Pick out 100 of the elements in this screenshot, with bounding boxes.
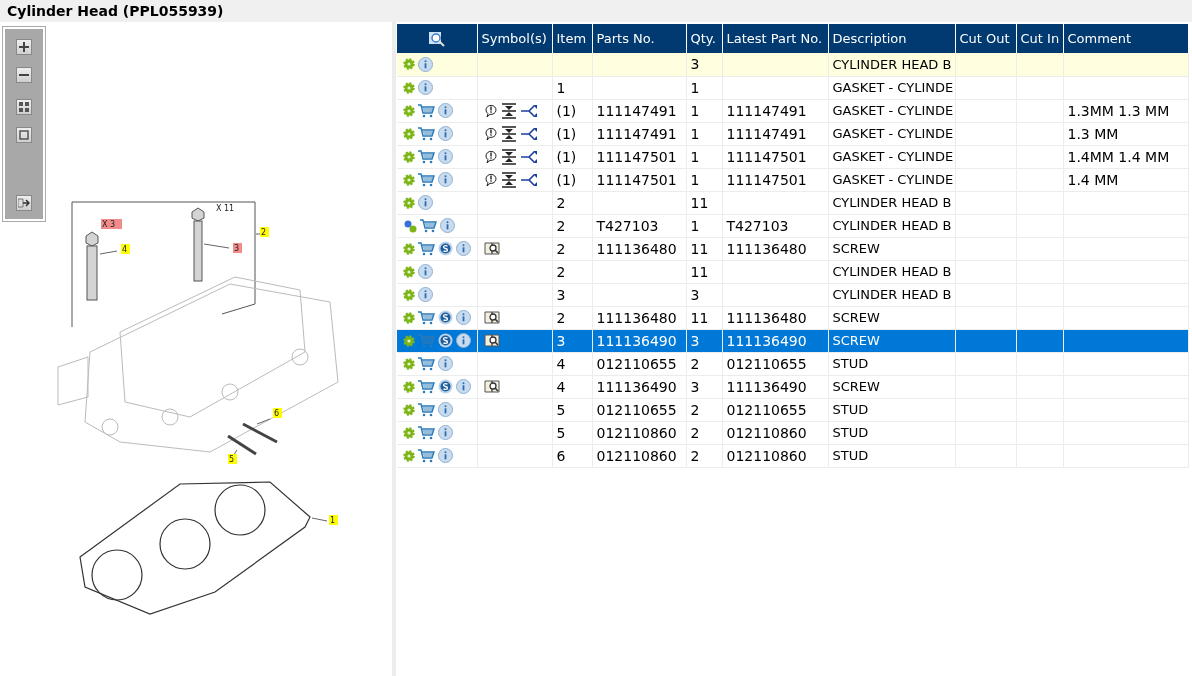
info-icon[interactable] xyxy=(438,126,453,141)
table-row[interactable]: 3 3 CYLINDER HEAD B xyxy=(397,283,1188,306)
book-search-icon[interactable] xyxy=(483,379,501,394)
gear-icon[interactable] xyxy=(403,403,415,416)
table-row[interactable]: 1 1 GASKET - CYLINDE xyxy=(397,76,1188,99)
table-row[interactable]: 2 111136480 11 111136480 SCREW xyxy=(397,237,1188,260)
gear-icon[interactable] xyxy=(403,58,415,71)
info-icon[interactable] xyxy=(418,80,433,95)
table-row[interactable]: 2 T427103 1 T427103 CYLINDER HEAD B xyxy=(397,214,1188,237)
book-search-icon[interactable] xyxy=(483,333,501,348)
callout-label[interactable]: 2 xyxy=(260,227,269,237)
cart-icon[interactable] xyxy=(418,310,435,325)
column-header[interactable]: Cut In xyxy=(1016,24,1063,53)
table-row[interactable]: 4 012110655 2 012110655 STUD xyxy=(397,352,1188,375)
table-row[interactable]: (1) 111147501 1 111147501 GASKET - CYLINDE 1.4MM 1.4 MM xyxy=(397,145,1188,168)
table-row[interactable]: 5 012110655 2 012110655 STUD xyxy=(397,398,1188,421)
info-icon[interactable] xyxy=(440,218,455,233)
info-icon[interactable] xyxy=(438,172,453,187)
search-column-header[interactable] xyxy=(397,24,477,53)
gear-icon[interactable] xyxy=(403,265,415,278)
info-icon[interactable] xyxy=(438,402,453,417)
table-row[interactable]: 2 11 CYLINDER HEAD B xyxy=(397,191,1188,214)
gear-icon[interactable] xyxy=(403,242,415,255)
cart-icon[interactable] xyxy=(418,241,435,256)
column-header[interactable]: Cut Out xyxy=(955,24,1016,53)
cart-icon[interactable] xyxy=(418,126,435,141)
cart-icon[interactable] xyxy=(418,103,435,118)
table-row[interactable]: (1) 111147491 1 111147491 GASKET - CYLINDE 1.3 MM xyxy=(397,122,1188,145)
table-row[interactable]: (1) 111147491 1 111147491 GASKET - CYLINDE 1.3MM 1.3 MM xyxy=(397,99,1188,122)
callout-label[interactable]: X 3 xyxy=(101,219,122,229)
table-row[interactable]: 5 012110860 2 012110860 STUD xyxy=(397,421,1188,444)
callout-label[interactable]: 1 xyxy=(329,515,338,525)
search-icon[interactable] xyxy=(427,30,446,47)
s-badge-icon[interactable] xyxy=(438,310,453,325)
info-icon[interactable] xyxy=(418,195,433,210)
table-row[interactable]: 3 CYLINDER HEAD B xyxy=(397,53,1188,76)
cart-icon[interactable] xyxy=(420,218,437,233)
column-header[interactable]: Parts No. xyxy=(592,24,686,53)
info-icon[interactable] xyxy=(456,241,471,256)
column-header[interactable]: Symbol(s) xyxy=(477,24,552,53)
gear-icon[interactable] xyxy=(403,380,415,393)
table-cell: 4 xyxy=(552,352,592,375)
cart-icon[interactable] xyxy=(418,379,435,394)
table-row[interactable]: 4 111136490 3 111136490 SCREW xyxy=(397,375,1188,398)
info-icon[interactable] xyxy=(438,425,453,440)
cart-icon[interactable] xyxy=(418,402,435,417)
actual-size-button[interactable] xyxy=(16,127,32,143)
gear-icon[interactable] xyxy=(403,104,415,117)
gear-icon[interactable] xyxy=(403,127,415,140)
column-header[interactable]: Description xyxy=(828,24,955,53)
table-row[interactable]: 2 11 CYLINDER HEAD B xyxy=(397,260,1188,283)
export-button[interactable] xyxy=(16,195,32,211)
column-header[interactable]: Item xyxy=(552,24,592,53)
gear-icon[interactable] xyxy=(403,196,415,209)
gear-icon[interactable] xyxy=(403,81,415,94)
gear-icon[interactable] xyxy=(403,288,415,301)
cart-icon[interactable] xyxy=(418,172,435,187)
s-badge-icon[interactable] xyxy=(438,379,453,394)
info-icon[interactable] xyxy=(438,149,453,164)
table-row[interactable]: 2 111136480 11 111136480 SCREW xyxy=(397,306,1188,329)
cart-icon[interactable] xyxy=(418,356,435,371)
gear-icon[interactable] xyxy=(403,449,415,462)
gear-icon[interactable] xyxy=(403,311,415,324)
fit-button[interactable] xyxy=(16,99,32,115)
gear-icon[interactable] xyxy=(403,357,415,370)
callout-label[interactable]: 3 xyxy=(233,243,242,253)
callout-label[interactable]: 5 xyxy=(228,454,237,464)
info-icon[interactable] xyxy=(438,448,453,463)
gear-icon[interactable] xyxy=(403,426,415,439)
gear-icon[interactable] xyxy=(403,334,415,347)
gears-icon[interactable] xyxy=(403,218,417,233)
book-search-icon[interactable] xyxy=(483,241,501,256)
zoom-in-button[interactable] xyxy=(16,39,32,55)
gear-icon[interactable] xyxy=(403,150,415,163)
info-icon[interactable] xyxy=(456,333,471,348)
table-row[interactable]: 6 012110860 2 012110860 STUD xyxy=(397,444,1188,467)
table-row[interactable]: 3 111136490 3 111136490 SCREW xyxy=(397,329,1188,352)
gear-icon[interactable] xyxy=(403,173,415,186)
column-header[interactable]: Latest Part No. xyxy=(722,24,828,53)
info-icon[interactable] xyxy=(456,310,471,325)
window-title: Cylinder Head (PPL055939) xyxy=(7,3,224,19)
info-icon[interactable] xyxy=(418,56,433,72)
info-icon[interactable] xyxy=(418,264,433,279)
info-icon[interactable] xyxy=(456,379,471,394)
table-row[interactable]: (1) 111147501 1 111147501 GASKET - CYLINDE 1.4 MM xyxy=(397,168,1188,191)
book-search-icon[interactable] xyxy=(483,310,501,325)
s-badge-icon[interactable] xyxy=(438,333,453,348)
cart-icon[interactable] xyxy=(418,149,435,164)
column-header[interactable]: Qty. xyxy=(686,24,722,53)
cart-icon[interactable] xyxy=(418,425,435,440)
zoom-out-button[interactable] xyxy=(16,67,32,83)
info-icon[interactable] xyxy=(438,356,453,371)
column-header[interactable]: Comment xyxy=(1063,24,1188,53)
callout-label[interactable]: 6 xyxy=(273,408,282,418)
callout-label[interactable]: 4 xyxy=(121,244,130,254)
info-icon[interactable] xyxy=(438,103,453,118)
info-icon[interactable] xyxy=(418,287,433,302)
s-badge-icon[interactable] xyxy=(438,241,453,256)
cart-icon[interactable] xyxy=(418,448,435,463)
leader-line xyxy=(99,250,118,255)
